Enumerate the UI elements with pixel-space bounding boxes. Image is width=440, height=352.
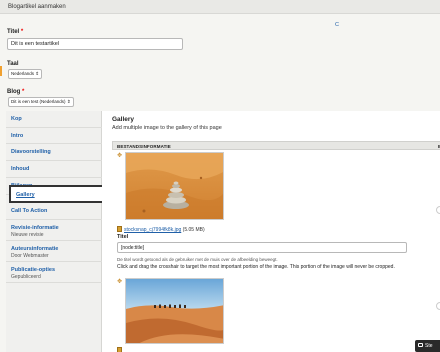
image-file-icon: [117, 347, 122, 352]
language-label: Taal: [7, 61, 19, 67]
gallery-description: Add multiple image to the gallery of thi…: [112, 125, 222, 131]
tab-revisie-informatie[interactable]: Revisie-informatie Nieuwe revisie: [6, 220, 102, 241]
tab-label: Gallery: [16, 192, 35, 198]
tab-label: Diavoorstelling: [11, 149, 51, 155]
tab-inhoud[interactable]: Inhoud: [6, 161, 102, 178]
row-weight-handle[interactable]: [436, 206, 440, 214]
select-arrow-icon: ⇕: [35, 71, 40, 76]
tab-kop[interactable]: Kop: [6, 111, 102, 128]
file-size: (5.05 MB): [182, 227, 205, 233]
table-header: BESTANDSINFORMATIE B: [112, 141, 440, 150]
title-label-text: Titel: [7, 29, 20, 35]
drag-handle-icon[interactable]: ✥: [117, 278, 122, 285]
tab-label: Inhoud: [11, 166, 30, 172]
file-link[interactable]: stocksnap_cj7994fk8k.jpg: [124, 227, 181, 233]
breadcrumb: Blogartikel aanmaken: [8, 4, 66, 10]
drag-handle-icon[interactable]: ✥: [117, 152, 122, 159]
blog-select[interactable]: Dit is een test (Nederlands) ⇕: [8, 97, 74, 107]
language-select[interactable]: Nederlands ⇕: [8, 69, 43, 79]
tab-label: Auteursinformatie: [11, 246, 59, 252]
required-mark: *: [20, 29, 24, 35]
tab-label: Revisie-informatie: [11, 225, 59, 231]
blog-select-value: Dit is een test (Nederlands): [11, 99, 66, 104]
chat-label: Ste: [425, 343, 433, 349]
image-file-icon: [117, 226, 122, 232]
title-input[interactable]: [7, 38, 183, 50]
tab-label: Call To Action: [11, 208, 48, 214]
file-info: stocksnap_cj7994fk8k.jpg (5.05 MB): [117, 226, 205, 233]
gallery-image-2: [125, 278, 224, 344]
tab-gallery[interactable]: Gallery: [9, 185, 104, 203]
gallery-image-1: [125, 152, 224, 220]
tab-call-to-action[interactable]: Call To Action: [6, 203, 102, 220]
blog-label: Blog *: [7, 89, 24, 95]
image-title-help: De titel wordt getoond als de gebruiker …: [117, 257, 278, 262]
required-mark: *: [22, 89, 25, 95]
blog-label-text: Blog: [7, 89, 21, 95]
column-toggle-link[interactable]: C: [335, 22, 339, 28]
vertical-tabs: Kop Intro Diavoorstelling Inhoud Bijlage…: [6, 111, 104, 352]
gallery-title: Gallery: [112, 116, 135, 123]
table-header-fileinfo: BESTANDSINFORMATIE: [117, 143, 171, 149]
select-arrow-icon: ⇕: [66, 99, 71, 104]
tab-label: Publicatie-opties: [11, 267, 56, 273]
crop-instructions: Click and drag the crosshair to target t…: [117, 264, 395, 270]
tab-intro[interactable]: Intro: [6, 128, 102, 144]
chat-icon: [418, 343, 423, 347]
file-info: [117, 347, 124, 352]
tab-publicatie-opties[interactable]: Publicatie-opties Gepubliceerd: [6, 262, 102, 283]
tab-summary: Gepubliceerd: [11, 274, 41, 280]
tab-auteursinformatie[interactable]: Auteursinformatie Door Webmaster: [6, 241, 102, 262]
image-title-input[interactable]: [117, 242, 407, 253]
tab-summary: Door Webmaster: [11, 253, 49, 259]
status-marker: [0, 66, 2, 76]
tab-summary: Nieuwe revisie: [11, 232, 44, 238]
row-weight-handle[interactable]: [436, 302, 440, 310]
language-select-value: Nederlands: [11, 71, 35, 76]
tab-label: Kop: [11, 116, 22, 122]
image-title-label: Titel: [117, 234, 129, 240]
tab-label: Intro: [11, 133, 24, 139]
tab-diavoorstelling[interactable]: Diavoorstelling: [6, 144, 102, 161]
page-header: Blogartikel aanmaken: [0, 0, 440, 14]
title-label: Titel *: [7, 29, 23, 35]
chat-button[interactable]: Ste: [415, 340, 440, 352]
